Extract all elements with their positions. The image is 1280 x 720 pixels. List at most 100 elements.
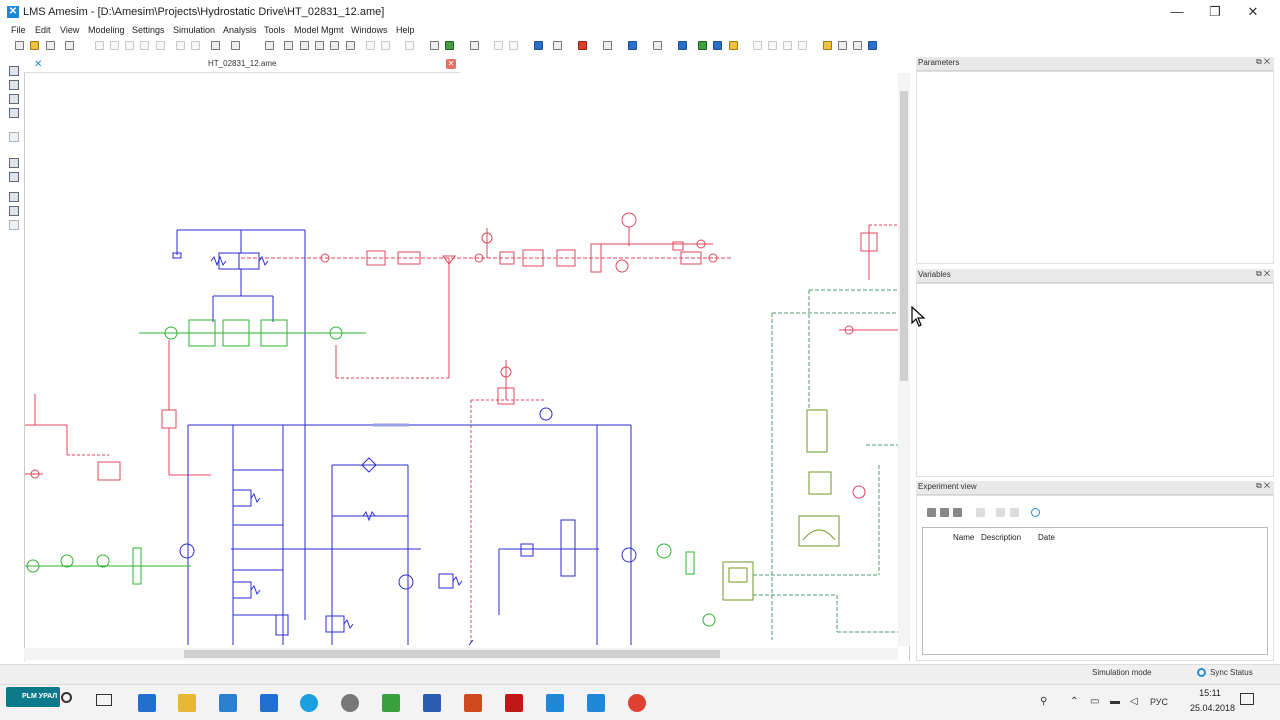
window-icon[interactable]: [853, 41, 862, 50]
submodel-mode-icon[interactable]: [9, 80, 19, 90]
move-up-icon[interactable]: [366, 41, 375, 50]
frame-icon[interactable]: [653, 41, 662, 50]
menu-simulation[interactable]: Simulation: [173, 25, 215, 35]
column-header-name[interactable]: Name: [953, 533, 974, 542]
close-window-button[interactable]: ✕: [1234, 0, 1272, 24]
column-header-date[interactable]: Date: [1038, 533, 1055, 542]
new-file-icon[interactable]: [15, 41, 24, 50]
menu-tools[interactable]: Tools: [264, 25, 285, 35]
table-icon[interactable]: [430, 41, 439, 50]
menu-model-mgmt[interactable]: Model Mgmt: [294, 25, 344, 35]
parameters-panel-controls[interactable]: ⧉ ✕: [1256, 57, 1270, 67]
save-icon[interactable]: [46, 41, 55, 50]
sketch-mode-icon[interactable]: [9, 66, 19, 76]
zoom-window-icon[interactable]: [330, 41, 339, 50]
zoom-area-icon[interactable]: [315, 41, 324, 50]
chrome-icon[interactable]: [628, 694, 646, 712]
print-icon[interactable]: [65, 41, 74, 50]
layout-2-icon[interactable]: [768, 41, 777, 50]
layout-3-icon[interactable]: [783, 41, 792, 50]
paste-icon[interactable]: [125, 41, 134, 50]
powerpoint-icon[interactable]: [464, 694, 482, 712]
grid-icon[interactable]: [494, 41, 503, 50]
column-header-description[interactable]: Description: [981, 533, 1021, 542]
task-view-icon[interactable]: [96, 694, 112, 706]
delete-icon[interactable]: [140, 41, 149, 50]
menu-settings[interactable]: Settings: [132, 25, 165, 35]
show-hidden-icons-icon[interactable]: ⌃: [1070, 696, 1078, 707]
sketch-icon[interactable]: [713, 41, 722, 50]
open-file-icon[interactable]: [30, 41, 39, 50]
network-app-icon[interactable]: [341, 694, 359, 712]
canvas-horizontal-scroll-thumb[interactable]: [184, 650, 720, 658]
watch-icon[interactable]: [9, 172, 19, 182]
green-app-icon[interactable]: [382, 694, 400, 712]
zoom-in-icon[interactable]: [284, 41, 293, 50]
notifications-icon[interactable]: [1240, 693, 1254, 705]
select-all-icon[interactable]: [156, 41, 165, 50]
copy-icon[interactable]: [110, 41, 119, 50]
load-experiment-icon[interactable]: [940, 508, 949, 517]
library-tree-icon[interactable]: [9, 158, 19, 168]
image-icon[interactable]: [445, 41, 454, 50]
user-icon[interactable]: [868, 41, 877, 50]
cut-icon[interactable]: [95, 41, 104, 50]
word-icon[interactable]: [423, 694, 441, 712]
people-icon[interactable]: ⚲: [1040, 696, 1047, 707]
settings-gear-icon[interactable]: [729, 41, 738, 50]
delete-experiment-icon[interactable]: [976, 508, 985, 517]
fill-color-icon[interactable]: [578, 41, 587, 50]
text-icon[interactable]: [678, 41, 687, 50]
component-icon[interactable]: [211, 41, 220, 50]
amesim-taskbar-icon[interactable]: [546, 694, 564, 712]
undo-icon[interactable]: [176, 41, 185, 50]
clock-time[interactable]: 15:11: [1190, 688, 1230, 698]
zoom-previous-icon[interactable]: [346, 41, 355, 50]
palette-icon[interactable]: [603, 41, 612, 50]
lock-experiment-icon[interactable]: [953, 508, 962, 517]
parameter-mode-icon[interactable]: [9, 94, 19, 104]
search-icon[interactable]: [61, 692, 72, 703]
variables-panel-controls[interactable]: ⧉ ✕: [1256, 269, 1270, 279]
amesim-second-taskbar-icon[interactable]: [587, 694, 605, 712]
sync-status-button[interactable]: Sync Status: [1210, 668, 1253, 677]
volume-icon[interactable]: ◁: [1130, 696, 1138, 707]
file-explorer-icon[interactable]: [178, 694, 196, 712]
camera-icon[interactable]: [470, 41, 479, 50]
minimize-button[interactable]: —: [1158, 0, 1196, 24]
analysis-tool-icon[interactable]: [9, 132, 19, 142]
zoom-out-icon[interactable]: [300, 41, 309, 50]
library-icon[interactable]: [698, 41, 707, 50]
export-icon[interactable]: [9, 220, 19, 230]
new-experiment-icon[interactable]: [927, 508, 936, 517]
battery-icon[interactable]: ▬: [1110, 696, 1120, 707]
zoom-fit-icon[interactable]: [265, 41, 274, 50]
experiment-panel-controls[interactable]: ⧉ ✕: [1256, 481, 1270, 491]
document-close-button[interactable]: ✕: [446, 59, 456, 69]
python-icon[interactable]: [823, 41, 832, 50]
menu-windows[interactable]: Windows: [351, 25, 388, 35]
shape-icon[interactable]: [628, 41, 637, 50]
store-icon[interactable]: [219, 694, 237, 712]
line-tool-icon[interactable]: [405, 41, 414, 50]
outlook-icon[interactable]: [260, 694, 278, 712]
select-tool-icon[interactable]: [553, 41, 562, 50]
skype-icon[interactable]: [300, 694, 318, 712]
menu-edit[interactable]: Edit: [35, 25, 51, 35]
clock-date[interactable]: 25.04.2018: [1190, 703, 1235, 713]
layout-1-icon[interactable]: [753, 41, 762, 50]
experiment-table[interactable]: Name Description Date: [922, 527, 1268, 655]
display-icon[interactable]: ▭: [1090, 696, 1099, 707]
run-icon[interactable]: [9, 192, 19, 202]
simulation-mode-icon[interactable]: [9, 108, 19, 118]
canvas-vertical-scroll-thumb[interactable]: [900, 91, 908, 381]
document-tab[interactable]: ✕ HT_02831_12.ame ✕: [24, 57, 460, 73]
copy-experiment-icon[interactable]: [1010, 508, 1019, 517]
menu-file[interactable]: File: [11, 25, 26, 35]
sketch-canvas[interactable]: [24, 73, 910, 661]
replay-icon[interactable]: [9, 206, 19, 216]
align-icon[interactable]: [231, 41, 240, 50]
refresh-icon[interactable]: [534, 41, 543, 50]
maximize-button[interactable]: ❐: [1196, 0, 1234, 24]
language-indicator[interactable]: РУС: [1150, 697, 1168, 707]
